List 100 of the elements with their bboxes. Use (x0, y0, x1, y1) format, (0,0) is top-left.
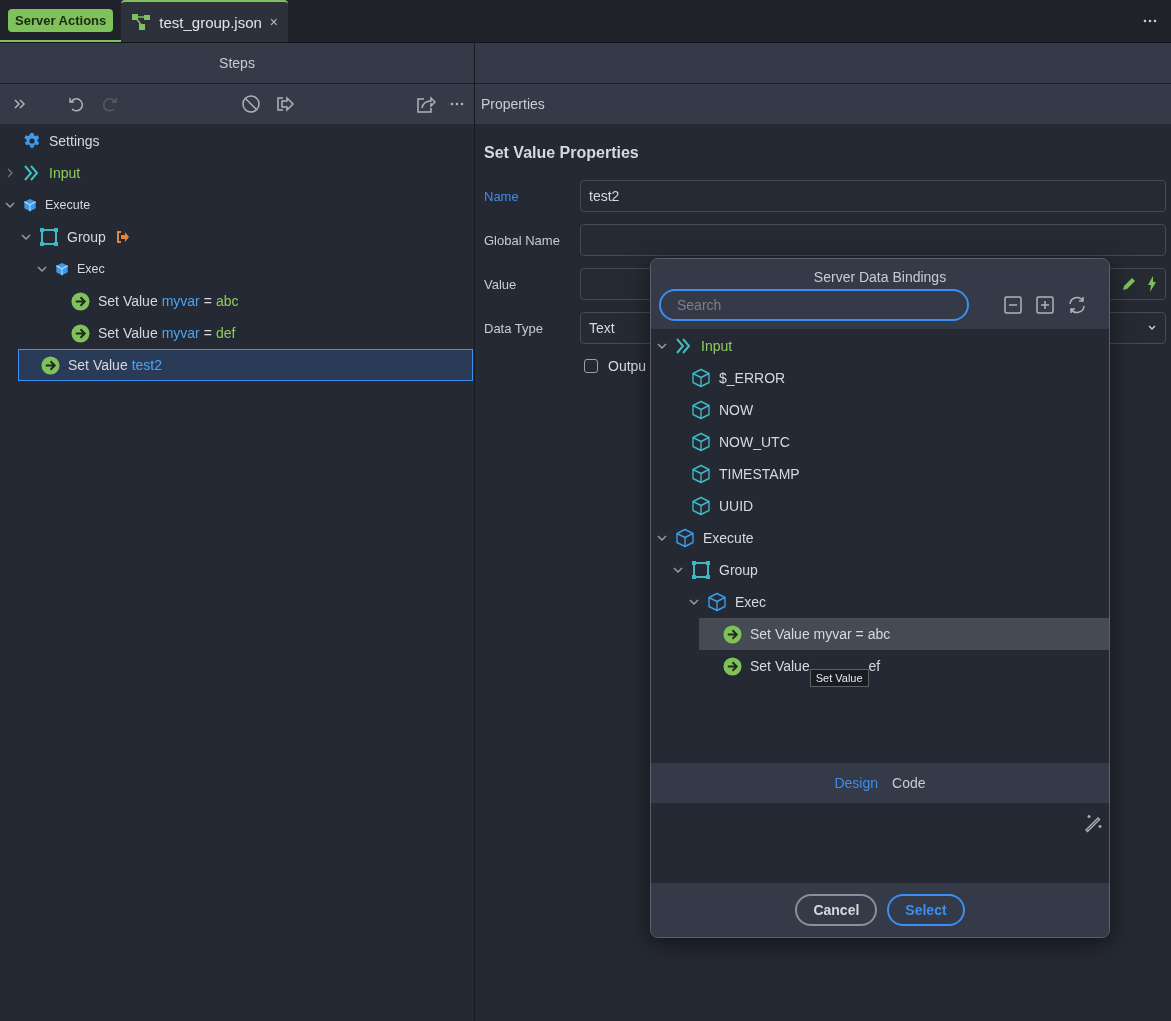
tree-item[interactable]: UUID (651, 490, 1109, 522)
caret-icon (1147, 324, 1157, 332)
arrow-circle-icon (41, 355, 60, 375)
tree-item[interactable]: Settings (0, 125, 474, 157)
chevron-icon[interactable] (657, 341, 667, 351)
tree-item[interactable]: Execute (0, 189, 474, 221)
cube-icon (691, 464, 711, 484)
step-label: Settings (49, 133, 100, 149)
chevron-icon[interactable] (5, 168, 15, 178)
section-title: Set Value Properties (484, 144, 640, 162)
lightning-icon[interactable] (1147, 276, 1157, 292)
step-label: Input (49, 165, 81, 181)
exit-icon (115, 230, 130, 244)
step-label: = (203, 293, 212, 309)
tree-item[interactable]: NOW_UTC (651, 426, 1109, 458)
field-label: Global Name (484, 232, 561, 248)
tab[interactable]: test_group.json × (121, 0, 289, 42)
tree-item[interactable]: Input (0, 157, 474, 189)
arrow-circle-icon (723, 656, 742, 676)
tree-item[interactable]: Group (651, 554, 1109, 586)
flow-icon (131, 13, 152, 31)
field-label: Value (484, 276, 518, 292)
step-label: Set Value (750, 658, 810, 674)
chevron-icon[interactable] (657, 533, 667, 543)
tree-item[interactable]: Set Value myvar = abc (0, 285, 474, 317)
arrow-circle-icon (71, 323, 90, 343)
tree-item[interactable]: Set Value test2 (18, 349, 473, 381)
step-label: UUID (719, 498, 754, 514)
chevron-icon[interactable] (37, 264, 47, 274)
expand-icon[interactable] (1035, 295, 1055, 315)
dialog-title: Server Data Bindings (812, 269, 948, 285)
collapse-icon[interactable] (1003, 295, 1023, 315)
refresh-icon[interactable] (1067, 295, 1087, 315)
cube-icon (691, 368, 711, 388)
step-label: NOW (719, 402, 754, 418)
more-icon[interactable] (450, 102, 464, 106)
double-chevron-icon (23, 164, 41, 182)
tree-item[interactable]: NOW (651, 394, 1109, 426)
field-label: Data Type (484, 320, 545, 336)
tree-item[interactable]: Group (0, 221, 474, 253)
step-label: Execute (703, 530, 754, 546)
step-label: Set Value (68, 357, 128, 373)
magic-wand-icon[interactable] (1083, 813, 1103, 833)
cube-icon (691, 432, 711, 452)
input-field[interactable] (580, 224, 1166, 256)
tab[interactable]: Code (892, 775, 926, 791)
cube-icon (23, 198, 37, 212)
step-label: test2 (131, 357, 163, 373)
step-label: Execute (45, 198, 91, 212)
export-icon[interactable] (275, 94, 295, 114)
double-chevron-icon (675, 337, 693, 355)
step-label: Exec (735, 594, 767, 610)
cube-icon (55, 262, 69, 276)
step-label: TIMESTAMP (719, 466, 800, 482)
chevron-icon[interactable] (673, 565, 683, 575)
field-label: Name (484, 188, 520, 204)
panel-title: Steps (219, 55, 255, 71)
group-icon (39, 227, 59, 247)
cube-icon (707, 592, 727, 612)
step-label: myvar (161, 325, 200, 341)
step-label: abc (216, 293, 239, 309)
more-icon[interactable] (1143, 19, 1157, 23)
checkbox[interactable] (584, 359, 598, 373)
step-label: $_ERROR (719, 370, 786, 386)
step-label: = (203, 325, 212, 341)
group-icon (691, 560, 711, 580)
disable-icon[interactable] (241, 94, 261, 114)
arrow-circle-icon (71, 291, 90, 311)
step-label: Set Value myvar = abc (750, 626, 891, 642)
tree-item[interactable]: TIMESTAMP (651, 458, 1109, 490)
step-label: Set Value (98, 293, 158, 309)
chevron-icon[interactable] (5, 200, 15, 210)
step-label: def (216, 325, 236, 341)
tree-item[interactable]: Input (651, 330, 1109, 362)
step-label: NOW_UTC (719, 434, 790, 450)
arrow-circle-icon (723, 624, 742, 644)
share-icon[interactable] (416, 94, 436, 114)
step-label: ef (868, 658, 881, 674)
close-button[interactable]: × (269, 14, 279, 30)
tree-item[interactable]: Execute (651, 522, 1109, 554)
chevron-icon[interactable] (689, 597, 699, 607)
step-label: Exec (77, 262, 105, 276)
tree-item[interactable]: Exec (651, 586, 1109, 618)
search-field[interactable]: Search (659, 289, 969, 321)
tree-item[interactable]: $_ERROR (651, 362, 1109, 394)
tree-item[interactable]: Exec (0, 253, 474, 285)
step-label: myvar (161, 293, 200, 309)
gear-icon (23, 132, 41, 150)
step-label: Input (701, 338, 733, 354)
cube-icon (691, 496, 711, 516)
pencil-icon[interactable] (1121, 276, 1137, 292)
step-label: Group (719, 562, 758, 578)
tree-item[interactable]: Set Value myvar = abc (699, 618, 1109, 650)
step-label: Group (67, 229, 106, 245)
cube-icon (691, 400, 711, 420)
input-field[interactable]: test2 (580, 180, 1166, 212)
chevron-icon[interactable] (21, 232, 31, 242)
cancel-button[interactable]: Cancel (795, 894, 878, 926)
app-badge[interactable]: Server Actions (8, 8, 114, 32)
tree-item[interactable]: Set Value myvar = def (0, 317, 474, 349)
